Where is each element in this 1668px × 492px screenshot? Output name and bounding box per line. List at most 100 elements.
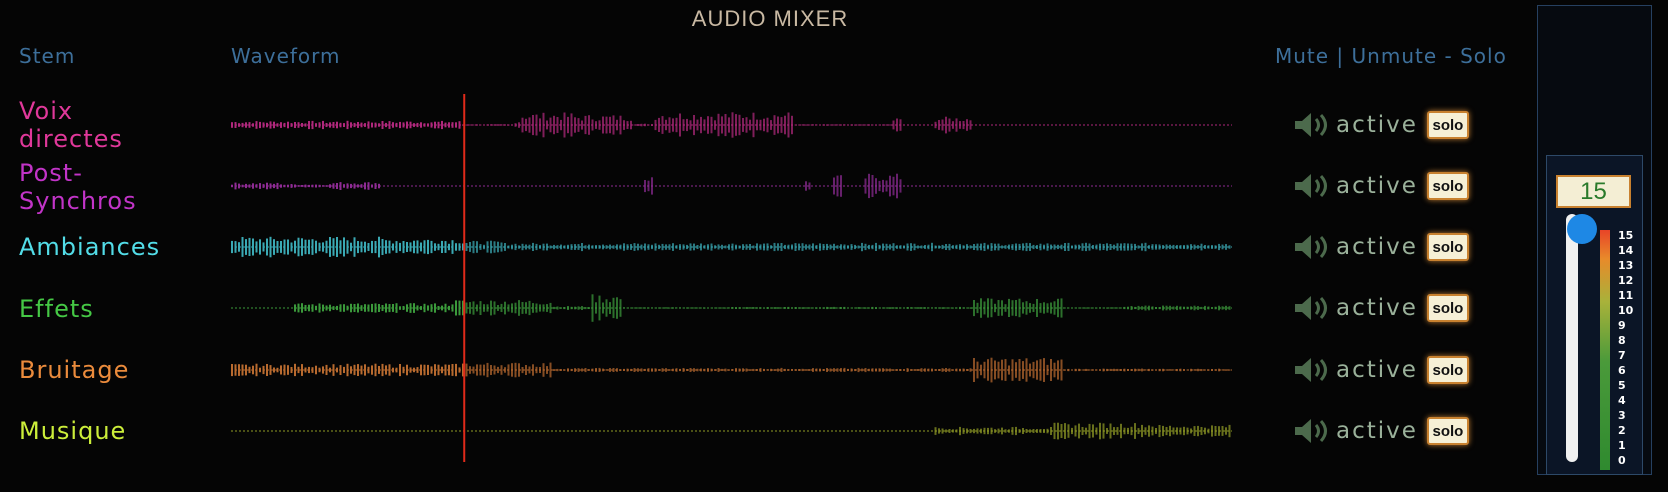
waveform-bar [1102, 307, 1105, 309]
waveform-bar [1088, 307, 1091, 309]
waveform-bar [840, 175, 842, 197]
master-volume-value: 15 [1556, 175, 1631, 208]
waveform-bar [1214, 369, 1217, 371]
mute-toggle-status[interactable]: active [1336, 357, 1418, 383]
speaker-icon[interactable] [1292, 293, 1332, 323]
waveform-bar [434, 243, 436, 251]
waveform-bar [885, 180, 888, 192]
waveform-bar [483, 304, 485, 312]
waveform-bar [717, 244, 720, 250]
waveform-bar [745, 244, 748, 250]
waveform-bar [857, 124, 860, 126]
waveform-bar [357, 303, 359, 313]
solo-button[interactable]: solo [1426, 233, 1469, 261]
waveform-bar [570, 113, 573, 137]
waveform-bar [623, 120, 625, 130]
waveform-bar [301, 364, 303, 376]
waveform-bar [815, 368, 818, 372]
waveform-bar [938, 307, 940, 309]
waveform-bar [1057, 360, 1059, 380]
waveform-bar [1011, 359, 1014, 381]
solo-button[interactable]: solo [1426, 172, 1469, 200]
waveform-bar [910, 307, 912, 309]
waveform-bar [1064, 243, 1066, 251]
waveform-bar [451, 304, 454, 312]
waveform-bar [301, 238, 303, 256]
waveform-bar [493, 365, 496, 375]
waveform-bar [269, 183, 272, 189]
waveform-bar [864, 368, 867, 373]
waveform-bar [913, 243, 916, 251]
mute-toggle-status[interactable]: active [1336, 234, 1418, 260]
waveform-bar [840, 244, 842, 250]
waveform-bar [332, 122, 335, 128]
waveform-bar [259, 121, 261, 129]
waveform-bar [1155, 428, 1157, 434]
waveform-bar [612, 297, 615, 319]
waveform-bar [1221, 426, 1224, 436]
speaker-icon[interactable] [1292, 416, 1332, 446]
waveform-bar [367, 121, 370, 129]
master-volume-track[interactable] [1566, 214, 1578, 462]
waveform-bar [448, 122, 450, 128]
waveform-bar [1228, 306, 1231, 310]
mute-toggle-status[interactable]: active [1336, 173, 1418, 199]
waveform-bar [1106, 307, 1108, 309]
mute-toggle-status[interactable]: active [1336, 295, 1418, 321]
waveform-bar [1085, 242, 1087, 252]
speaker-icon[interactable] [1292, 355, 1332, 385]
mute-toggle-status[interactable]: active [1336, 418, 1418, 444]
waveform-bar [1088, 243, 1091, 251]
solo-button[interactable]: solo [1426, 417, 1469, 445]
waveform-bar [308, 239, 310, 255]
waveform-bar [854, 369, 856, 372]
waveform-bar [833, 306, 835, 309]
level-scale-label: 4 [1618, 394, 1626, 407]
mute-toggle-status[interactable]: active [1336, 112, 1418, 138]
waveform-bar [1221, 369, 1224, 371]
waveform-bar [1064, 307, 1066, 309]
waveform-bar [535, 366, 538, 374]
waveform-bar [864, 307, 867, 309]
waveform-bar [406, 242, 408, 252]
speaker-icon[interactable] [1292, 171, 1332, 201]
solo-button[interactable]: solo [1426, 111, 1469, 139]
waveform-bar [476, 241, 478, 253]
level-scale-label: 8 [1618, 334, 1626, 347]
solo-button[interactable]: solo [1426, 294, 1469, 322]
waveform-bar [1078, 423, 1080, 439]
waveform-bar [826, 306, 828, 310]
waveform-bar [1078, 244, 1080, 250]
waveform-bar [938, 120, 940, 130]
waveform-bar [343, 184, 345, 188]
waveform-bar [938, 245, 940, 249]
waveform-bar [308, 184, 310, 188]
waveform-bar [381, 121, 384, 129]
waveform-bar [1018, 359, 1021, 381]
waveform-bar [479, 244, 482, 250]
waveform-bar [392, 122, 394, 128]
waveform-bar [668, 307, 671, 309]
waveform-bar [826, 243, 828, 251]
waveform-bar [714, 120, 716, 130]
waveform-bar [1050, 427, 1052, 435]
waveform-bar [931, 242, 933, 252]
master-volume-thumb[interactable] [1567, 214, 1597, 244]
waveform-bar [441, 120, 443, 130]
speaker-icon[interactable] [1292, 232, 1332, 262]
solo-button[interactable]: solo [1426, 356, 1469, 384]
waveform-bar [654, 368, 657, 372]
waveform-bar [444, 303, 447, 313]
waveform-bar [1109, 307, 1112, 309]
waveform-bar [1109, 244, 1112, 250]
waveform-bar [500, 124, 503, 126]
waveform-bar [801, 368, 804, 372]
level-scale-label: 3 [1618, 409, 1626, 422]
speaker-icon[interactable] [1292, 110, 1332, 140]
waveform-bar [616, 297, 618, 319]
waveform-bar [504, 367, 506, 373]
waveform-bar [840, 368, 842, 372]
waveform-bar [777, 243, 779, 251]
waveform-bar [948, 368, 951, 372]
waveform-bar [591, 294, 594, 322]
